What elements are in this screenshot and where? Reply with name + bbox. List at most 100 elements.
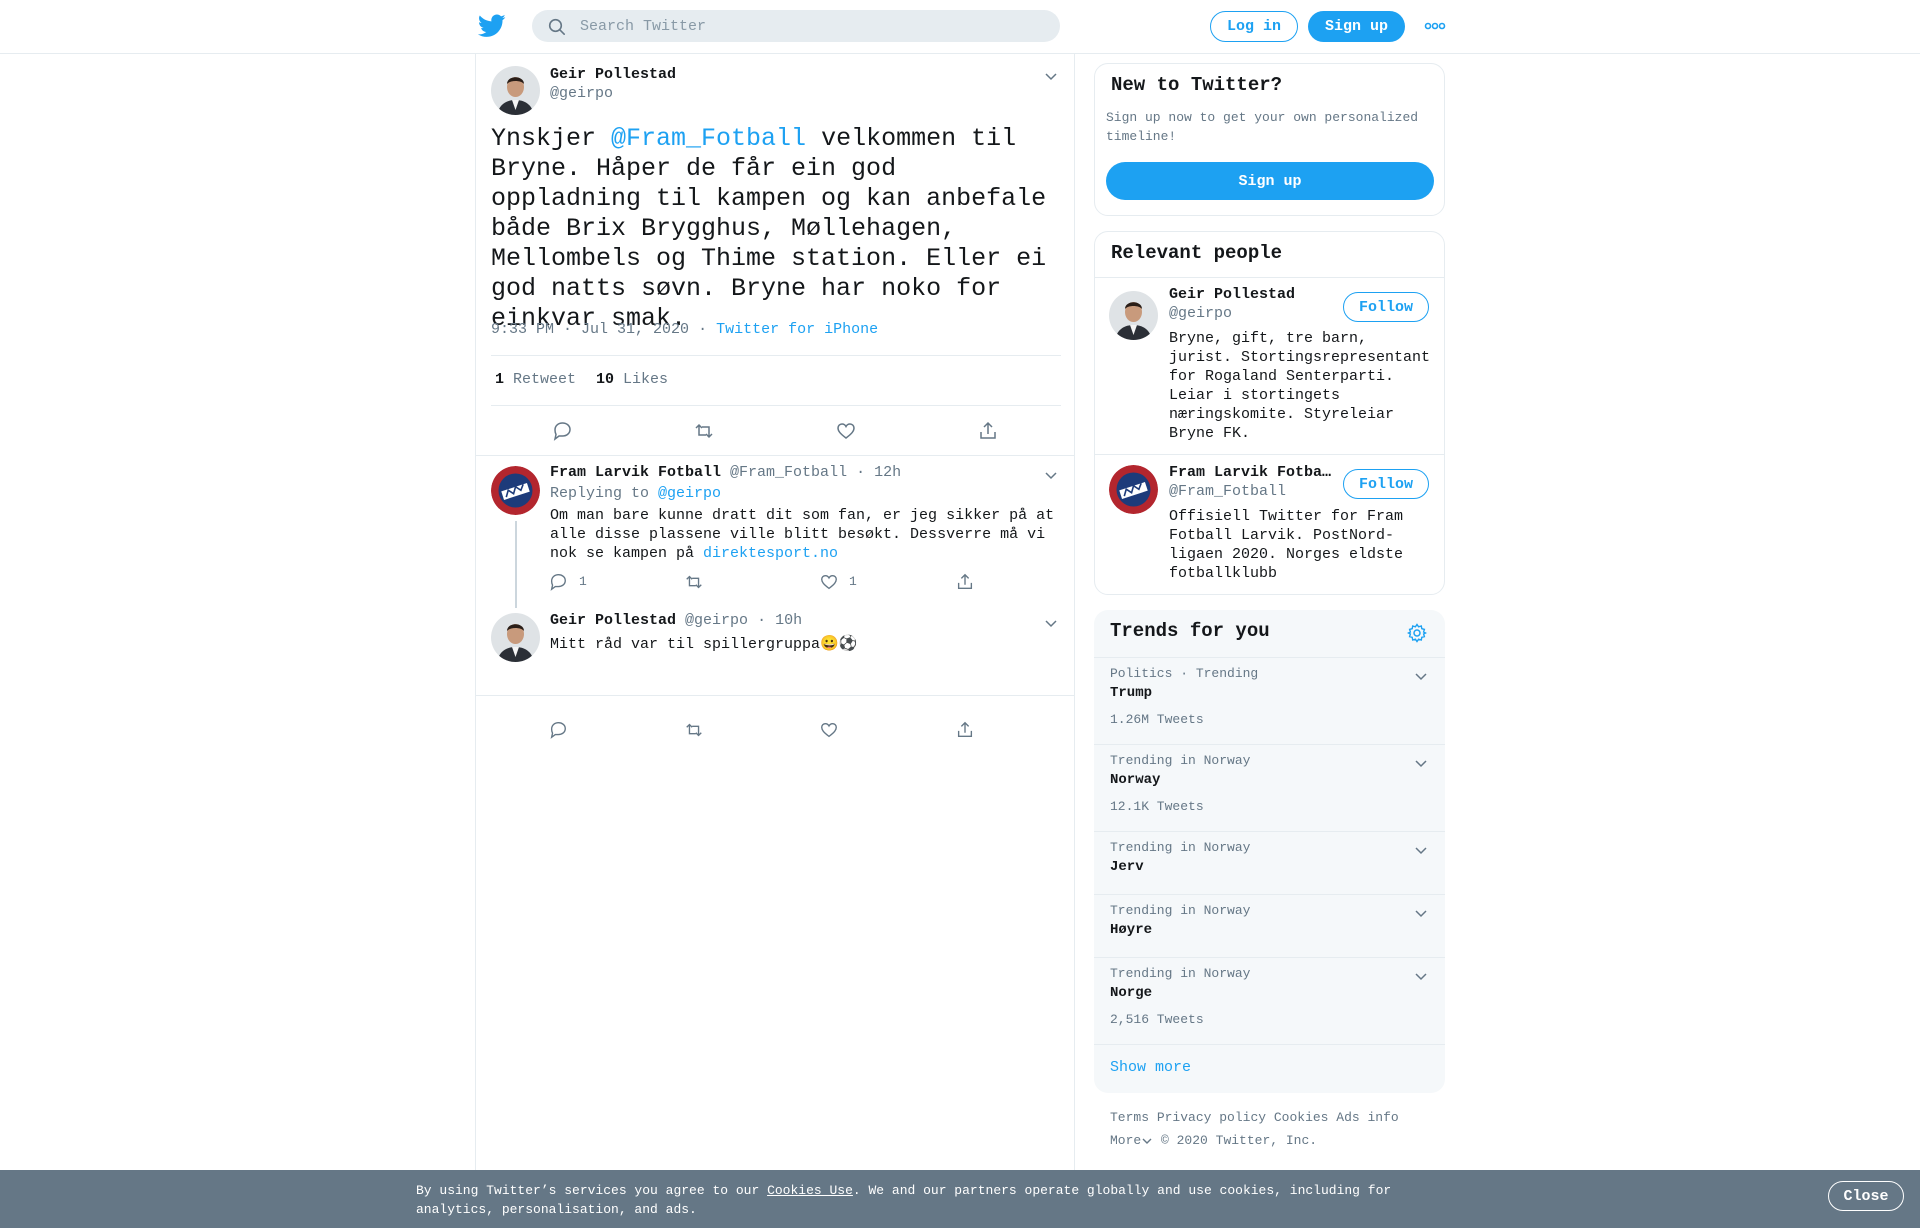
share-icon[interactable]: [955, 572, 975, 592]
divider: [1095, 454, 1444, 455]
retweet-icon[interactable]: [684, 572, 704, 592]
reply-time[interactable]: · 12h: [856, 464, 901, 481]
chevron-down-icon[interactable]: [1412, 754, 1430, 772]
chevron-down-icon: [1142, 1138, 1152, 1144]
reply-header: Fram Larvik Fotball @Fram_Fotball · 12h: [550, 464, 901, 481]
chevron-down-icon[interactable]: [1042, 67, 1060, 85]
new-to-twitter-title: New to Twitter?: [1111, 74, 1283, 96]
like-count: 10: [596, 371, 615, 388]
replying-to-link[interactable]: @geirpo: [658, 485, 721, 502]
person-bio: Offisiell Twitter for Fram Fotball Larvi…: [1169, 508, 1404, 582]
cookie-consent-bar: By using Twitter’s services you agree to…: [0, 1170, 1920, 1228]
trend-name: Norway: [1110, 772, 1161, 788]
reply-author-name[interactable]: Fram Larvik Fotball: [550, 464, 721, 481]
search-input[interactable]: [580, 10, 1040, 42]
reply-text: Mitt råd var til spillergruppa😀⚽: [550, 636, 858, 653]
chevron-down-icon[interactable]: [1412, 841, 1430, 859]
retweet-icon[interactable]: [684, 720, 704, 740]
chevron-down-icon[interactable]: [1412, 967, 1430, 985]
likes-stat[interactable]: 10 Likes: [596, 371, 668, 388]
trend-item[interactable]: Trending in Norway Norge 2,516 Tweets: [1094, 957, 1445, 1044]
direktesport-link[interactable]: direktesport.no: [703, 545, 838, 562]
relevant-people-card: Relevant people Geir Pollestad @geirpo F…: [1094, 231, 1445, 595]
divider: [476, 455, 1074, 456]
trend-item[interactable]: Trending in Norway Jerv: [1094, 831, 1445, 894]
cookie-text-part: By using Twitter’s services you agree to…: [416, 1183, 768, 1198]
person-photo-icon: [491, 66, 540, 115]
show-more-row: Show more: [1094, 1044, 1445, 1093]
cookies-use-link[interactable]: Cookies Use: [767, 1183, 853, 1198]
twitter-bird-logo-icon[interactable]: [478, 14, 506, 38]
share-icon[interactable]: [955, 720, 975, 740]
chevron-down-icon[interactable]: [1042, 614, 1060, 632]
copyright: © 2020 Twitter, Inc.: [1161, 1133, 1318, 1148]
reply-icon[interactable]: [551, 420, 573, 442]
chevron-down-icon[interactable]: [1042, 466, 1060, 484]
top-navigation-bar: Log in Sign up: [0, 0, 1920, 54]
log-in-button[interactable]: Log in: [1210, 11, 1298, 42]
terms-link[interactable]: Terms: [1110, 1110, 1149, 1125]
like-heart-icon[interactable]: [819, 572, 839, 592]
like-heart-icon[interactable]: [835, 420, 857, 442]
separator-dot: ·: [698, 321, 708, 338]
person-photo-icon: [1109, 291, 1158, 340]
person-bio: Bryne, gift, tre barn, jurist. Stortings…: [1169, 330, 1431, 442]
reply-author-handle[interactable]: @geirpo: [685, 612, 748, 629]
fram-larvik-club-logo-icon: [491, 466, 540, 515]
share-icon[interactable]: [977, 420, 999, 442]
retweet-count: 1: [495, 371, 505, 388]
person-name[interactable]: Fram Larvik Fotba…: [1169, 464, 1331, 481]
new-to-twitter-subtitle: Sign up now to get your own personalized…: [1106, 110, 1419, 144]
tweet-detail-column: Geir Pollestad @geirpo Ynskjer @Fram_Fot…: [475, 54, 1075, 1170]
divider: [491, 405, 1061, 406]
person-handle[interactable]: @geirpo: [1169, 305, 1232, 322]
fram-larvik-avatar[interactable]: [1109, 465, 1158, 514]
trend-tweet-count: 1.26M Tweets: [1110, 712, 1204, 727]
likes-label: Likes: [623, 371, 669, 388]
like-heart-icon[interactable]: [819, 720, 839, 740]
reply-author-handle[interactable]: @Fram_Fotball: [730, 464, 847, 481]
sidebar-sign-up-button[interactable]: Sign up: [1106, 162, 1434, 200]
privacy-policy-link[interactable]: Privacy policy: [1157, 1110, 1266, 1125]
tweet-timestamp[interactable]: 9:33 PM · Jul 31, 2020: [491, 321, 689, 338]
reply-icon[interactable]: [548, 720, 568, 740]
reply-author-avatar[interactable]: [491, 613, 540, 662]
more-options-icon[interactable]: [1424, 18, 1446, 34]
follow-button[interactable]: Follow: [1343, 292, 1429, 322]
reply-time[interactable]: · 10h: [757, 612, 802, 629]
more-menu[interactable]: More: [1110, 1133, 1153, 1148]
cookies-link[interactable]: Cookies: [1274, 1110, 1329, 1125]
trend-item[interactable]: Trending in Norway Høyre: [1094, 894, 1445, 957]
retweet-stat[interactable]: 1 Retweet: [495, 371, 576, 388]
retweet-icon[interactable]: [693, 420, 715, 442]
tweet-source-link[interactable]: Twitter for iPhone: [716, 321, 878, 338]
search-box[interactable]: [532, 10, 1060, 42]
reply-author-name[interactable]: Geir Pollestad: [550, 612, 676, 629]
fram-larvik-club-logo-icon: [1109, 465, 1158, 514]
trend-name: Trump: [1110, 685, 1153, 701]
mention-link[interactable]: @Fram_Fotball: [611, 124, 806, 153]
show-more-link[interactable]: Show more: [1110, 1059, 1191, 1076]
author-handle[interactable]: @geirpo: [550, 85, 613, 102]
close-cookie-bar-button[interactable]: Close: [1828, 1181, 1904, 1211]
trend-item[interactable]: Politics · Trending Trump 1.26M Tweets: [1094, 657, 1445, 744]
fram-larvik-avatar[interactable]: [491, 466, 540, 515]
chevron-down-icon[interactable]: [1412, 904, 1430, 922]
author-avatar[interactable]: [491, 66, 540, 115]
person-name[interactable]: Geir Pollestad: [1169, 286, 1295, 303]
author-name[interactable]: Geir Pollestad: [550, 66, 676, 83]
retweet-label: Retweet: [513, 371, 577, 388]
reply-icon[interactable]: [548, 572, 568, 592]
trend-name: Jerv: [1110, 859, 1144, 875]
settings-gear-icon[interactable]: [1407, 623, 1427, 643]
chevron-down-icon[interactable]: [1412, 667, 1430, 685]
reply-header: Geir Pollestad @geirpo · 10h: [550, 612, 802, 629]
person-avatar[interactable]: [1109, 291, 1158, 340]
reply-like-count: 1: [849, 574, 857, 589]
trend-item[interactable]: Trending in Norway Norway 12.1K Tweets: [1094, 744, 1445, 831]
tweet-timestamp-line: 9:33 PM · Jul 31, 2020 · Twitter for iPh…: [491, 321, 878, 338]
sign-up-button[interactable]: Sign up: [1308, 11, 1405, 42]
person-handle[interactable]: @Fram_Fotball: [1169, 483, 1286, 500]
ads-info-link[interactable]: Ads info: [1336, 1110, 1398, 1125]
follow-button[interactable]: Follow: [1343, 469, 1429, 499]
